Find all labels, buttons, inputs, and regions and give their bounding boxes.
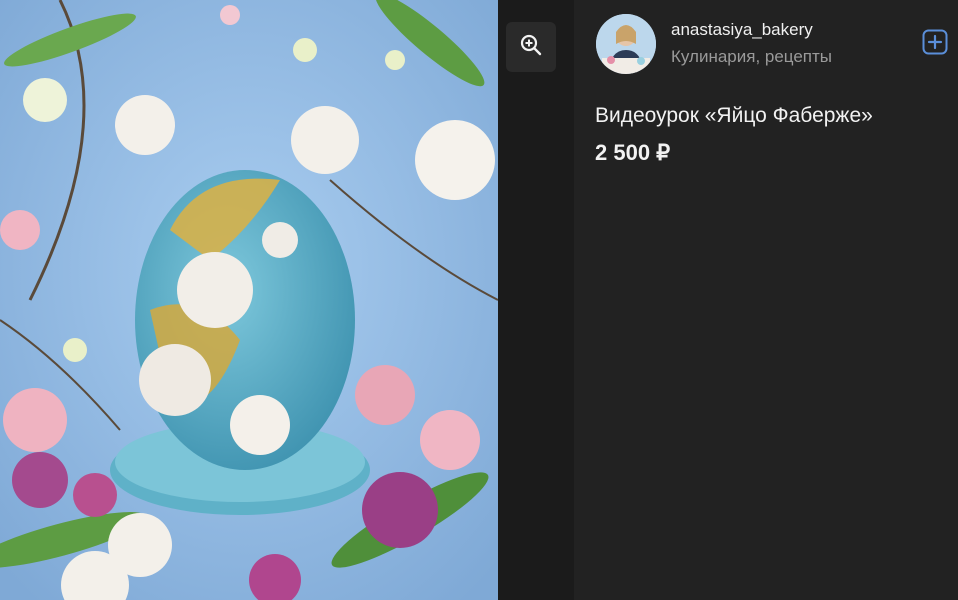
product-photo[interactable]	[0, 0, 498, 600]
zoom-button[interactable]	[506, 22, 556, 72]
author-avatar[interactable]	[596, 14, 656, 74]
product-price: 2 500 ₽	[595, 140, 671, 165]
zoom-in-icon	[519, 33, 543, 62]
author-name[interactable]: anastasiya_bakery	[671, 20, 813, 40]
product-info-panel	[574, 0, 958, 600]
author-category: Кулинария, рецепты	[671, 47, 833, 66]
viewer-toolbar	[498, 0, 574, 600]
plus-square-icon	[922, 29, 948, 60]
add-button[interactable]	[922, 29, 948, 60]
product-title: Видеоурок «Яйцо Фаберже»	[595, 104, 873, 127]
